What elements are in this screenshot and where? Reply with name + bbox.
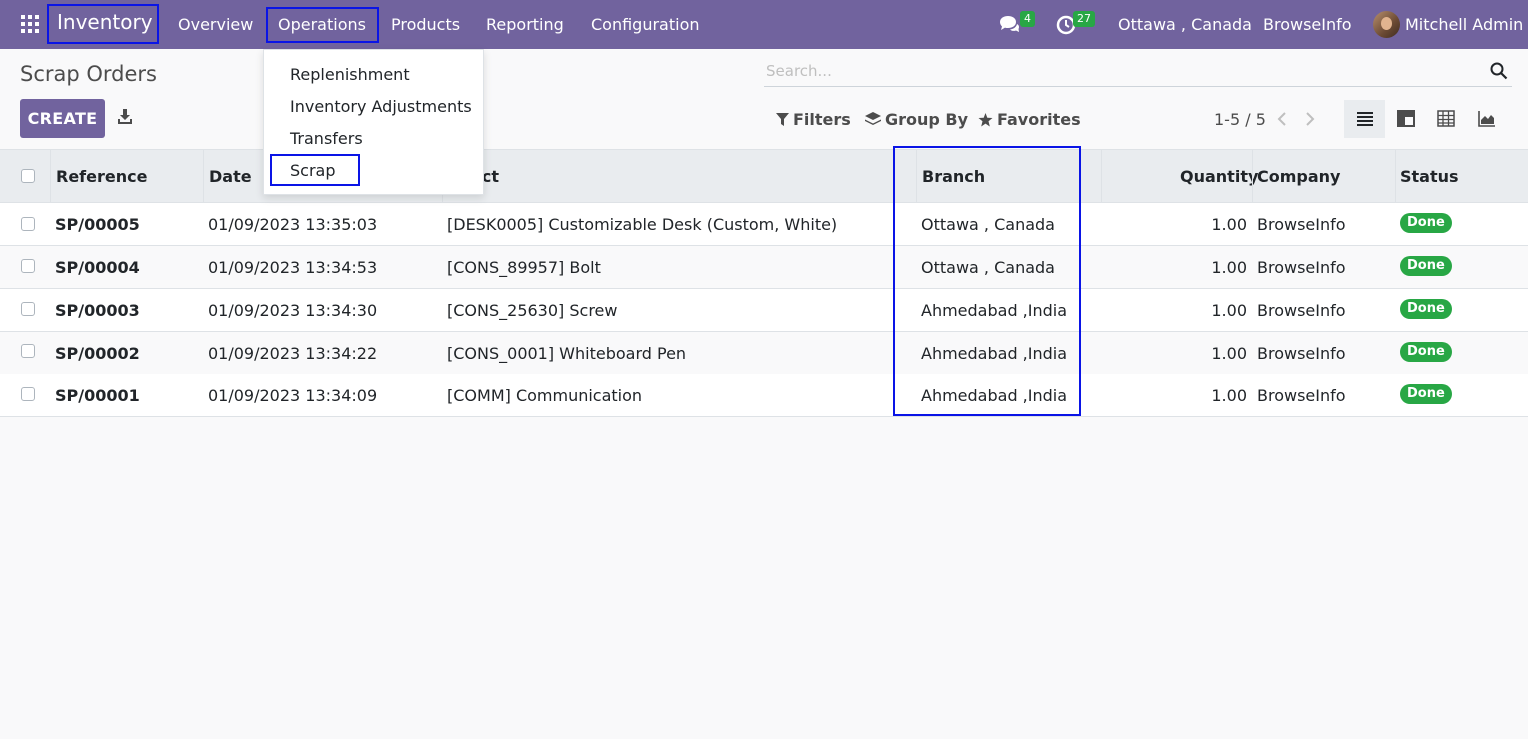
kanban-view-icon — [1397, 110, 1415, 127]
cell-date: 01/09/2023 13:35:03 — [208, 215, 378, 234]
company-switcher[interactable]: BrowseInfo — [1263, 15, 1352, 34]
cell-product: [CONS_0001] Whiteboard Pen — [447, 344, 687, 363]
status-badge: Done — [1400, 342, 1452, 362]
cell-reference: SP/00001 — [55, 386, 140, 405]
row-checkbox[interactable] — [21, 259, 35, 273]
filters-label: Filters — [793, 110, 851, 129]
column-separator — [1395, 150, 1396, 203]
status-badge: Done — [1400, 384, 1452, 404]
menu-configuration[interactable]: Configuration — [591, 15, 700, 34]
cell-product: [CONS_25630] Screw — [447, 301, 618, 320]
cell-quantity: 1.00 — [1211, 386, 1247, 405]
cell-company: BrowseInfo — [1257, 344, 1346, 363]
column-header-status[interactable]: Status — [1400, 167, 1459, 186]
create-button[interactable]: CREATE — [20, 99, 105, 138]
cell-reference: SP/00005 — [55, 215, 140, 234]
cell-quantity: 1.00 — [1211, 301, 1247, 320]
top-navbar: Inventory Overview Operations Products R… — [0, 0, 1528, 49]
table-row[interactable]: SP/00001 01/09/2023 13:34:09 [COMM] Comm… — [0, 374, 1528, 417]
list-view-button[interactable] — [1344, 100, 1385, 138]
group-by-button[interactable]: Group By — [865, 110, 968, 129]
search-input[interactable] — [764, 58, 1468, 84]
table-grid-icon — [1437, 110, 1455, 127]
cell-quantity: 1.00 — [1211, 344, 1247, 363]
menu-item-transfers[interactable]: Transfers — [290, 129, 363, 148]
cell-date: 01/09/2023 13:34:30 — [208, 301, 378, 320]
row-checkbox[interactable] — [21, 217, 35, 231]
group-by-label: Group By — [885, 110, 969, 129]
menu-products[interactable]: Products — [391, 15, 460, 34]
table-row[interactable]: SP/00003 01/09/2023 13:34:30 [CONS_25630… — [0, 289, 1528, 332]
cell-reference: SP/00004 — [55, 258, 140, 277]
favorites-button[interactable]: Favorites — [978, 110, 1081, 129]
star-icon — [978, 113, 993, 127]
cell-company: BrowseInfo — [1257, 215, 1346, 234]
cell-quantity: 1.00 — [1211, 215, 1247, 234]
row-checkbox[interactable] — [21, 344, 35, 358]
operations-dropdown-menu: Replenishment Inventory Adjustments Tran… — [263, 49, 484, 195]
table-row[interactable]: SP/00004 01/09/2023 13:34:53 [CONS_89957… — [0, 246, 1528, 289]
filters-button[interactable]: Filters — [776, 110, 851, 129]
status-badge: Done — [1400, 213, 1452, 233]
list-view-icon — [1357, 112, 1373, 126]
cell-reference: SP/00003 — [55, 301, 140, 320]
menu-item-replenishment[interactable]: Replenishment — [290, 65, 410, 84]
cell-product: [CONS_89957] Bolt — [447, 258, 601, 277]
row-checkbox[interactable] — [21, 302, 35, 316]
cell-company: BrowseInfo — [1257, 301, 1346, 320]
menu-overview[interactable]: Overview — [178, 15, 253, 34]
table-header: Reference Date oduct Branch Quantity Com… — [0, 149, 1528, 203]
cell-date: 01/09/2023 13:34:09 — [208, 386, 378, 405]
cell-date: 01/09/2023 13:34:22 — [208, 344, 378, 363]
branch-switcher[interactable]: Ottawa , Canada — [1118, 15, 1252, 34]
cell-product: [COMM] Communication — [447, 386, 643, 405]
row-checkbox[interactable] — [21, 387, 35, 401]
column-header-quantity[interactable]: Quantity — [1180, 167, 1258, 186]
status-badge: Done — [1400, 256, 1452, 276]
cell-reference: SP/00002 — [55, 344, 140, 363]
table-row[interactable]: SP/00005 01/09/2023 13:35:03 [DESK0005] … — [0, 203, 1528, 246]
column-header-reference[interactable]: Reference — [56, 167, 147, 186]
pager-previous-icon[interactable] — [1276, 111, 1290, 127]
column-header-date[interactable]: Date — [209, 167, 252, 186]
menu-reporting[interactable]: Reporting — [486, 15, 564, 34]
cell-product: [DESK0005] Customizable Desk (Custom, Wh… — [447, 215, 838, 234]
favorites-label: Favorites — [997, 110, 1081, 129]
kanban-view-button[interactable] — [1385, 100, 1426, 138]
status-badge: Done — [1400, 299, 1452, 319]
cell-date: 01/09/2023 13:34:53 — [208, 258, 378, 277]
graph-view-button[interactable] — [1466, 100, 1507, 138]
download-icon[interactable] — [117, 108, 133, 126]
cell-company: BrowseInfo — [1257, 258, 1346, 277]
user-avatar[interactable] — [1373, 11, 1400, 38]
pivot-view-button[interactable] — [1425, 100, 1466, 138]
area-chart-icon — [1478, 111, 1495, 127]
column-header-company[interactable]: Company — [1257, 167, 1340, 186]
user-menu[interactable]: Mitchell Admin — [1405, 15, 1523, 34]
column-separator — [203, 150, 204, 203]
activities-count-badge: 27 — [1073, 11, 1095, 27]
column-separator — [1101, 150, 1102, 203]
column-separator — [50, 150, 51, 203]
highlight-box-branch-column — [893, 146, 1081, 416]
highlight-box-brand — [47, 4, 159, 44]
select-all-checkbox[interactable] — [21, 169, 35, 183]
messages-count-badge: 4 — [1020, 11, 1035, 27]
pager-next-icon[interactable] — [1302, 111, 1316, 127]
highlight-box-operations — [266, 7, 379, 43]
search-icon[interactable] — [1490, 62, 1508, 80]
highlight-box-scrap — [270, 154, 360, 186]
apps-grid-icon[interactable] — [20, 14, 40, 34]
search-bar — [764, 58, 1512, 87]
column-separator — [1252, 150, 1253, 203]
table-row[interactable]: SP/00002 01/09/2023 13:34:22 [CONS_0001]… — [0, 332, 1528, 375]
page-title: Scrap Orders — [20, 62, 158, 86]
layers-icon — [865, 112, 881, 125]
pager-value[interactable]: 1-5 / 5 — [1214, 110, 1266, 129]
cell-company: BrowseInfo — [1257, 386, 1346, 405]
filter-icon — [776, 113, 789, 126]
cell-quantity: 1.00 — [1211, 258, 1247, 277]
menu-item-inventory-adjustments[interactable]: Inventory Adjustments — [290, 97, 472, 116]
messages-icon[interactable] — [998, 15, 1020, 39]
